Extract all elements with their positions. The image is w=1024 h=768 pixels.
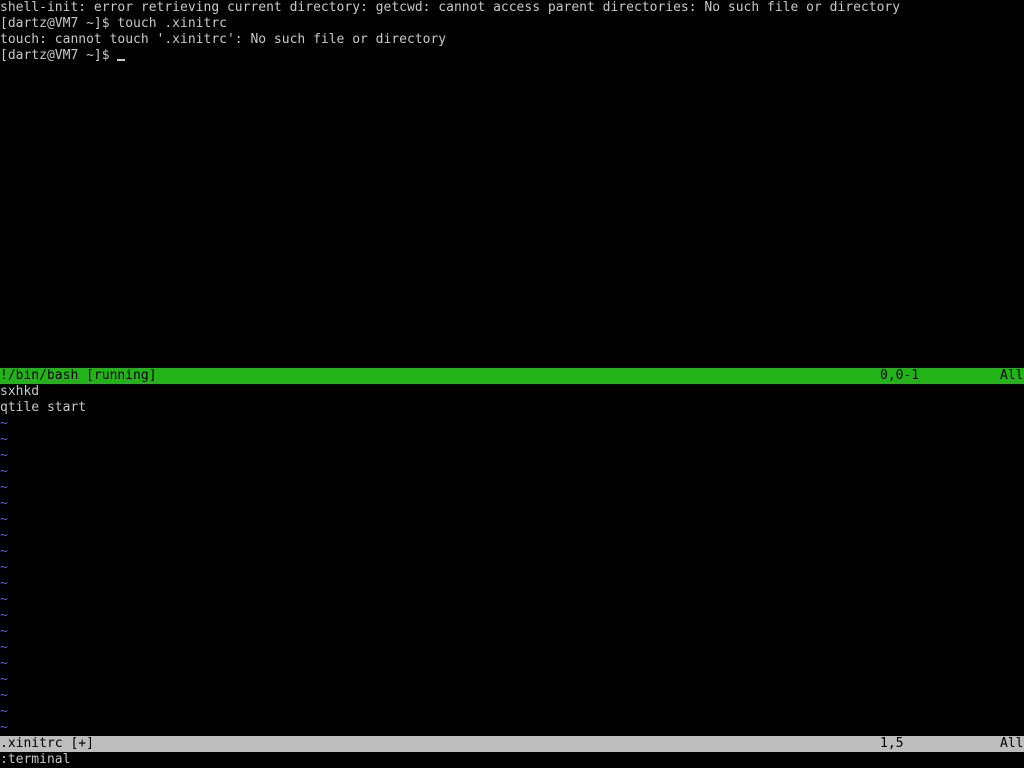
empty-line-tilde: ~ bbox=[0, 560, 8, 575]
empty-line-tilde: ~ bbox=[0, 592, 8, 607]
empty-line-tilde: ~ bbox=[0, 672, 8, 687]
editor-line[interactable]: qtile start bbox=[0, 400, 86, 416]
terminal-line-output: touch: cannot touch '.xinitrc': No such … bbox=[0, 32, 447, 47]
terminal-buffer-name: !/bin/bash [running] bbox=[0, 368, 157, 383]
terminal-prompt-line[interactable]: [dartz@VM7 ~]$ bbox=[0, 48, 126, 64]
terminal-line-command: [dartz@VM7 ~]$ touch .xinitrc bbox=[0, 16, 227, 31]
terminal-pane[interactable]: shell-init: error retrieving current dir… bbox=[0, 0, 1024, 368]
editor-line[interactable]: sxhkd bbox=[0, 384, 39, 400]
editor-scroll-position: All bbox=[1000, 736, 1024, 751]
command-line-text: :terminal bbox=[0, 752, 71, 767]
terminal-cursor-position: 0,0-1 bbox=[880, 368, 920, 383]
command-line[interactable]: :terminal bbox=[0, 752, 1024, 768]
terminal-prompt: [dartz@VM7 ~]$ bbox=[0, 48, 118, 63]
empty-line-tilde: ~ bbox=[0, 480, 8, 495]
editor-pane[interactable]: sxhkd qtile start ~ ~ ~ ~ ~ ~ ~ ~ ~ ~ ~ ~ ~ ~ ~ ~ ~ ~ ~ ~ bbox=[0, 384, 1024, 736]
empty-line-tilde: ~ bbox=[0, 624, 8, 639]
terminal-cursor bbox=[117, 59, 126, 61]
empty-line-tilde: ~ bbox=[0, 720, 8, 735]
empty-line-tilde: ~ bbox=[0, 656, 8, 671]
empty-line-tilde: ~ bbox=[0, 640, 8, 655]
empty-line-tilde: ~ bbox=[0, 496, 8, 511]
empty-line-tilde: ~ bbox=[0, 416, 8, 431]
editor-buffer-name: .xinitrc [+] bbox=[0, 736, 94, 751]
empty-line-tilde: ~ bbox=[0, 608, 8, 623]
terminal-line-error: shell-init: error retrieving current dir… bbox=[0, 0, 901, 15]
editor-cursor-position: 1,5 bbox=[880, 736, 904, 751]
empty-line-tilde: ~ bbox=[0, 544, 8, 559]
empty-line-tilde: ~ bbox=[0, 432, 8, 447]
empty-line-tilde: ~ bbox=[0, 464, 8, 479]
empty-line-tilde: ~ bbox=[0, 576, 8, 591]
terminal-status-bar: !/bin/bash [running] 0,0-1 All bbox=[0, 368, 1024, 384]
terminal-scroll-position: All bbox=[1000, 368, 1024, 383]
empty-line-tilde: ~ bbox=[0, 512, 8, 527]
empty-line-tilde: ~ bbox=[0, 528, 8, 543]
editor-status-bar: .xinitrc [+] 1,5 All bbox=[0, 736, 1024, 752]
empty-line-tilde: ~ bbox=[0, 448, 8, 463]
empty-line-tilde: ~ bbox=[0, 704, 8, 719]
empty-line-tilde: ~ bbox=[0, 688, 8, 703]
